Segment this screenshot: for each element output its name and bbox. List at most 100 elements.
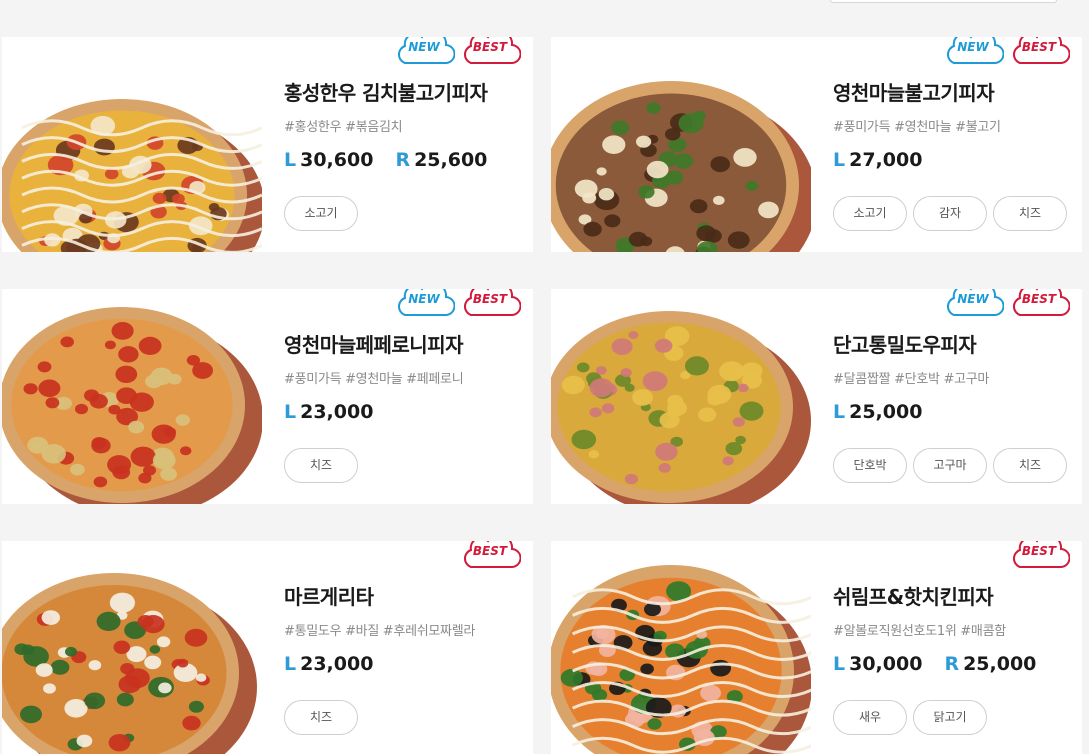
price-group: L 23,000 [284,653,373,675]
price-amount: 23,000 [300,401,374,423]
size-label: R [944,653,960,675]
topping-chip[interactable]: 닭고기 [913,700,987,735]
topping-chip[interactable]: 치즈 [284,700,358,735]
price-group: L 30,600 [284,149,373,171]
product-card[interactable]: NEW BEST 영천마늘불고기피자 #풍미가득 #영천마늘 #불고기 L 27,000… [551,37,1082,252]
price-group: L 25,000 [833,401,922,423]
new-badge: NEW [942,289,1004,319]
product-tags: #알볼로직원선호도1위 #매콤함 [833,624,1006,639]
size-label: L [284,149,297,171]
price-group: R 25,600 [395,149,487,171]
product-card[interactable]: NEW BEST 홍성한우 김치불고기피자 #홍성한우 #볶음김치 L 30,600 R 2… [2,37,533,252]
badge-group: NEW BEST [389,289,521,319]
badge-group: NEW BEST [938,37,1070,67]
price-row: L 27,000 [833,149,1078,171]
pizza-photo [2,99,262,252]
price-row: L 25,000 [833,401,1078,423]
best-badge: BEST [1008,37,1070,67]
product-info: 쉬림프&핫치킨피자 #알볼로직원선호도1위 #매콤함 L 30,000 R 25,000 [833,581,1078,675]
product-name[interactable]: 쉬림프&핫치킨피자 [833,581,1078,610]
topping-chip[interactable]: 소고기 [284,196,358,231]
topping-chip-row: 새우 닭고기 [833,700,993,735]
pizza-image[interactable] [2,289,262,504]
price-group: L 30,000 [833,653,922,675]
best-badge: BEST [1008,289,1070,319]
badge-label: NEW [957,40,989,54]
price-amount: 25,600 [414,149,488,171]
pizza-photo [551,311,811,504]
topping-chip-row: 치즈 [284,448,364,483]
size-label: R [395,149,411,171]
best-badge: BEST [459,37,521,67]
topping-chip[interactable]: 치즈 [993,196,1067,231]
product-card[interactable]: BEST 쉬림프&핫치킨피자 #알볼로직원선호도1위 #매콤함 L 30,000 R 25,… [551,541,1082,754]
price-amount: 25,000 [963,653,1037,675]
badge-label: BEST [472,292,508,306]
price-amount: 25,000 [849,401,923,423]
top-field-edge [830,0,1057,3]
product-name[interactable]: 영천마늘불고기피자 [833,77,1078,106]
new-badge: NEW [942,37,1004,67]
price-amount: 23,000 [300,653,374,675]
pizza-image[interactable] [551,289,811,504]
product-name[interactable]: 마르게리타 [284,581,529,610]
badge-label: BEST [1021,292,1057,306]
best-badge: BEST [459,289,521,319]
product-tags: #풍미가득 #영천마늘 #페페로니 [284,372,464,387]
price-amount: 27,000 [849,149,923,171]
badge-label: NEW [957,292,989,306]
topping-chip[interactable]: 치즈 [284,448,358,483]
pizza-image[interactable] [551,37,811,252]
topping-chip[interactable]: 소고기 [833,196,907,231]
badge-group: BEST [1004,541,1070,571]
product-info: 단고통밀도우피자 #달콤짭짤 #단호박 #고구마 L 25,000 [833,329,1078,423]
size-label: L [833,149,846,171]
price-amount: 30,600 [300,149,374,171]
product-card[interactable]: NEW BEST 영천마늘페페로니피자 #풍미가득 #영천마늘 #페페로니 L 23,0… [2,289,533,504]
badge-label: BEST [1021,544,1057,558]
product-tags: #달콤짭짤 #단호박 #고구마 [833,372,990,387]
price-group: L 23,000 [284,401,373,423]
pizza-image[interactable] [2,541,262,754]
price-row: L 30,000 R 25,000 [833,653,1078,675]
product-info: 마르게리타 #통밀도우 #바질 #후레쉬모짜렐라 L 23,000 [284,581,529,675]
topping-chip[interactable]: 새우 [833,700,907,735]
product-info: 영천마늘페페로니피자 #풍미가득 #영천마늘 #페페로니 L 23,000 [284,329,529,423]
topping-chip-row: 소고기 감자 치즈 [833,196,1073,231]
price-row: L 30,600 R 25,600 [284,149,529,171]
badge-group: NEW BEST [938,289,1070,319]
pizza-photo [2,573,257,754]
badge-label: NEW [408,40,440,54]
badge-label: BEST [472,40,508,54]
price-group: R 25,000 [944,653,1036,675]
product-name[interactable]: 홍성한우 김치불고기피자 [284,77,529,106]
topping-chip[interactable]: 단호박 [833,448,907,483]
product-info: 홍성한우 김치불고기피자 #홍성한우 #볶음김치 L 30,600 R 25,600 [284,77,529,171]
product-name[interactable]: 단고통밀도우피자 [833,329,1078,358]
topping-chip[interactable]: 감자 [913,196,987,231]
product-info: 영천마늘불고기피자 #풍미가득 #영천마늘 #불고기 L 27,000 [833,77,1078,171]
pizza-image[interactable] [551,541,811,754]
price-amount: 30,000 [849,653,923,675]
price-row: L 23,000 [284,653,529,675]
product-tags: #통밀도우 #바질 #후레쉬모짜렐라 [284,624,476,639]
badge-label: NEW [408,292,440,306]
badge-group: NEW BEST [389,37,521,67]
price-group: L 27,000 [833,149,922,171]
new-badge: NEW [393,37,455,67]
product-card[interactable]: NEW BEST 단고통밀도우피자 #달콤짭짤 #단호박 #고구마 L 25,000 단호… [551,289,1082,504]
pizza-image[interactable] [2,37,262,252]
size-label: L [833,401,846,423]
topping-chip[interactable]: 치즈 [993,448,1067,483]
topping-chip[interactable]: 고구마 [913,448,987,483]
topping-chip-row: 단호박 고구마 치즈 [833,448,1073,483]
badge-group: BEST [455,541,521,571]
size-label: L [284,401,297,423]
size-label: L [833,653,846,675]
product-name[interactable]: 영천마늘페페로니피자 [284,329,529,358]
size-label: L [284,653,297,675]
price-row: L 23,000 [284,401,529,423]
topping-chip-row: 치즈 [284,700,364,735]
product-card[interactable]: BEST 마르게리타 #통밀도우 #바질 #후레쉬모짜렐라 L 23,000 치즈 [2,541,533,754]
new-badge: NEW [393,289,455,319]
